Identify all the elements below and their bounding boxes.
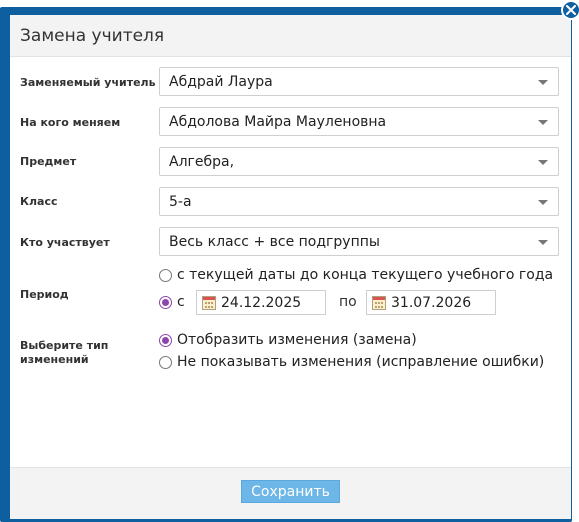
period-range-text: с [177,294,185,310]
period-option-range[interactable]: с [159,294,185,310]
change-hide-text: Не показывать изменения (исправление оши… [177,354,545,370]
participants-value: Весь класс + все подгруппы [169,234,380,250]
new-teacher-value: Абдолова Майра Мауленовна [169,114,387,130]
chevron-down-icon [538,200,548,205]
close-icon [566,5,576,15]
class-label: Класс [20,195,58,208]
period-option-year[interactable]: с текущей даты до конца текущего учебног… [159,267,553,283]
period-year-radio[interactable] [159,268,172,282]
change-show-text: Отобразить изменения (замена) [177,332,417,348]
to-label: по [339,294,357,310]
modal-title: Замена учителя [20,26,165,46]
chevron-down-icon [538,160,548,165]
from-date-value: 24.12.2025 [221,295,302,311]
change-type-label: Выберите тип изменений [20,339,109,366]
calendar-icon[interactable] [372,296,386,310]
subject-value: Алгебра, [169,154,235,170]
subject-select[interactable]: Алгебра, [159,147,559,176]
change-show-radio[interactable] [159,333,172,347]
chevron-down-icon [538,80,548,85]
new-teacher-select[interactable]: Абдолова Майра Мауленовна [159,107,559,136]
new-teacher-label: На кого меняем [20,116,121,129]
period-range-radio[interactable] [159,295,172,309]
participants-select[interactable]: Весь класс + все подгруппы [159,227,559,256]
to-date-value: 31.07.2026 [391,295,472,311]
change-hide-radio[interactable] [159,355,172,369]
from-date-field[interactable]: 24.12.2025 [196,290,326,315]
calendar-icon[interactable] [202,296,216,310]
period-year-text: с текущей даты до конца текущего учебног… [177,267,554,283]
to-date-field[interactable]: 31.07.2026 [366,290,496,315]
change-type-option-show[interactable]: Отобразить изменения (замена) [159,332,417,348]
save-button[interactable]: Сохранить [241,480,340,503]
class-value: 5-а [169,194,192,210]
change-type-option-hide[interactable]: Не показывать изменения (исправление оши… [159,354,544,370]
subject-label: Предмет [20,155,77,168]
close-button[interactable] [561,0,579,20]
replaced-teacher-label: Заменяемый учитель [20,76,156,89]
replaced-teacher-value: Абдрай Лаура [169,74,273,90]
replaced-teacher-select[interactable]: Абдрай Лаура [159,67,559,96]
period-label: Период [20,288,69,301]
participants-label: Кто участвует [20,236,110,249]
class-select[interactable]: 5-а [159,187,559,216]
chevron-down-icon [538,120,548,125]
chevron-down-icon [538,240,548,245]
